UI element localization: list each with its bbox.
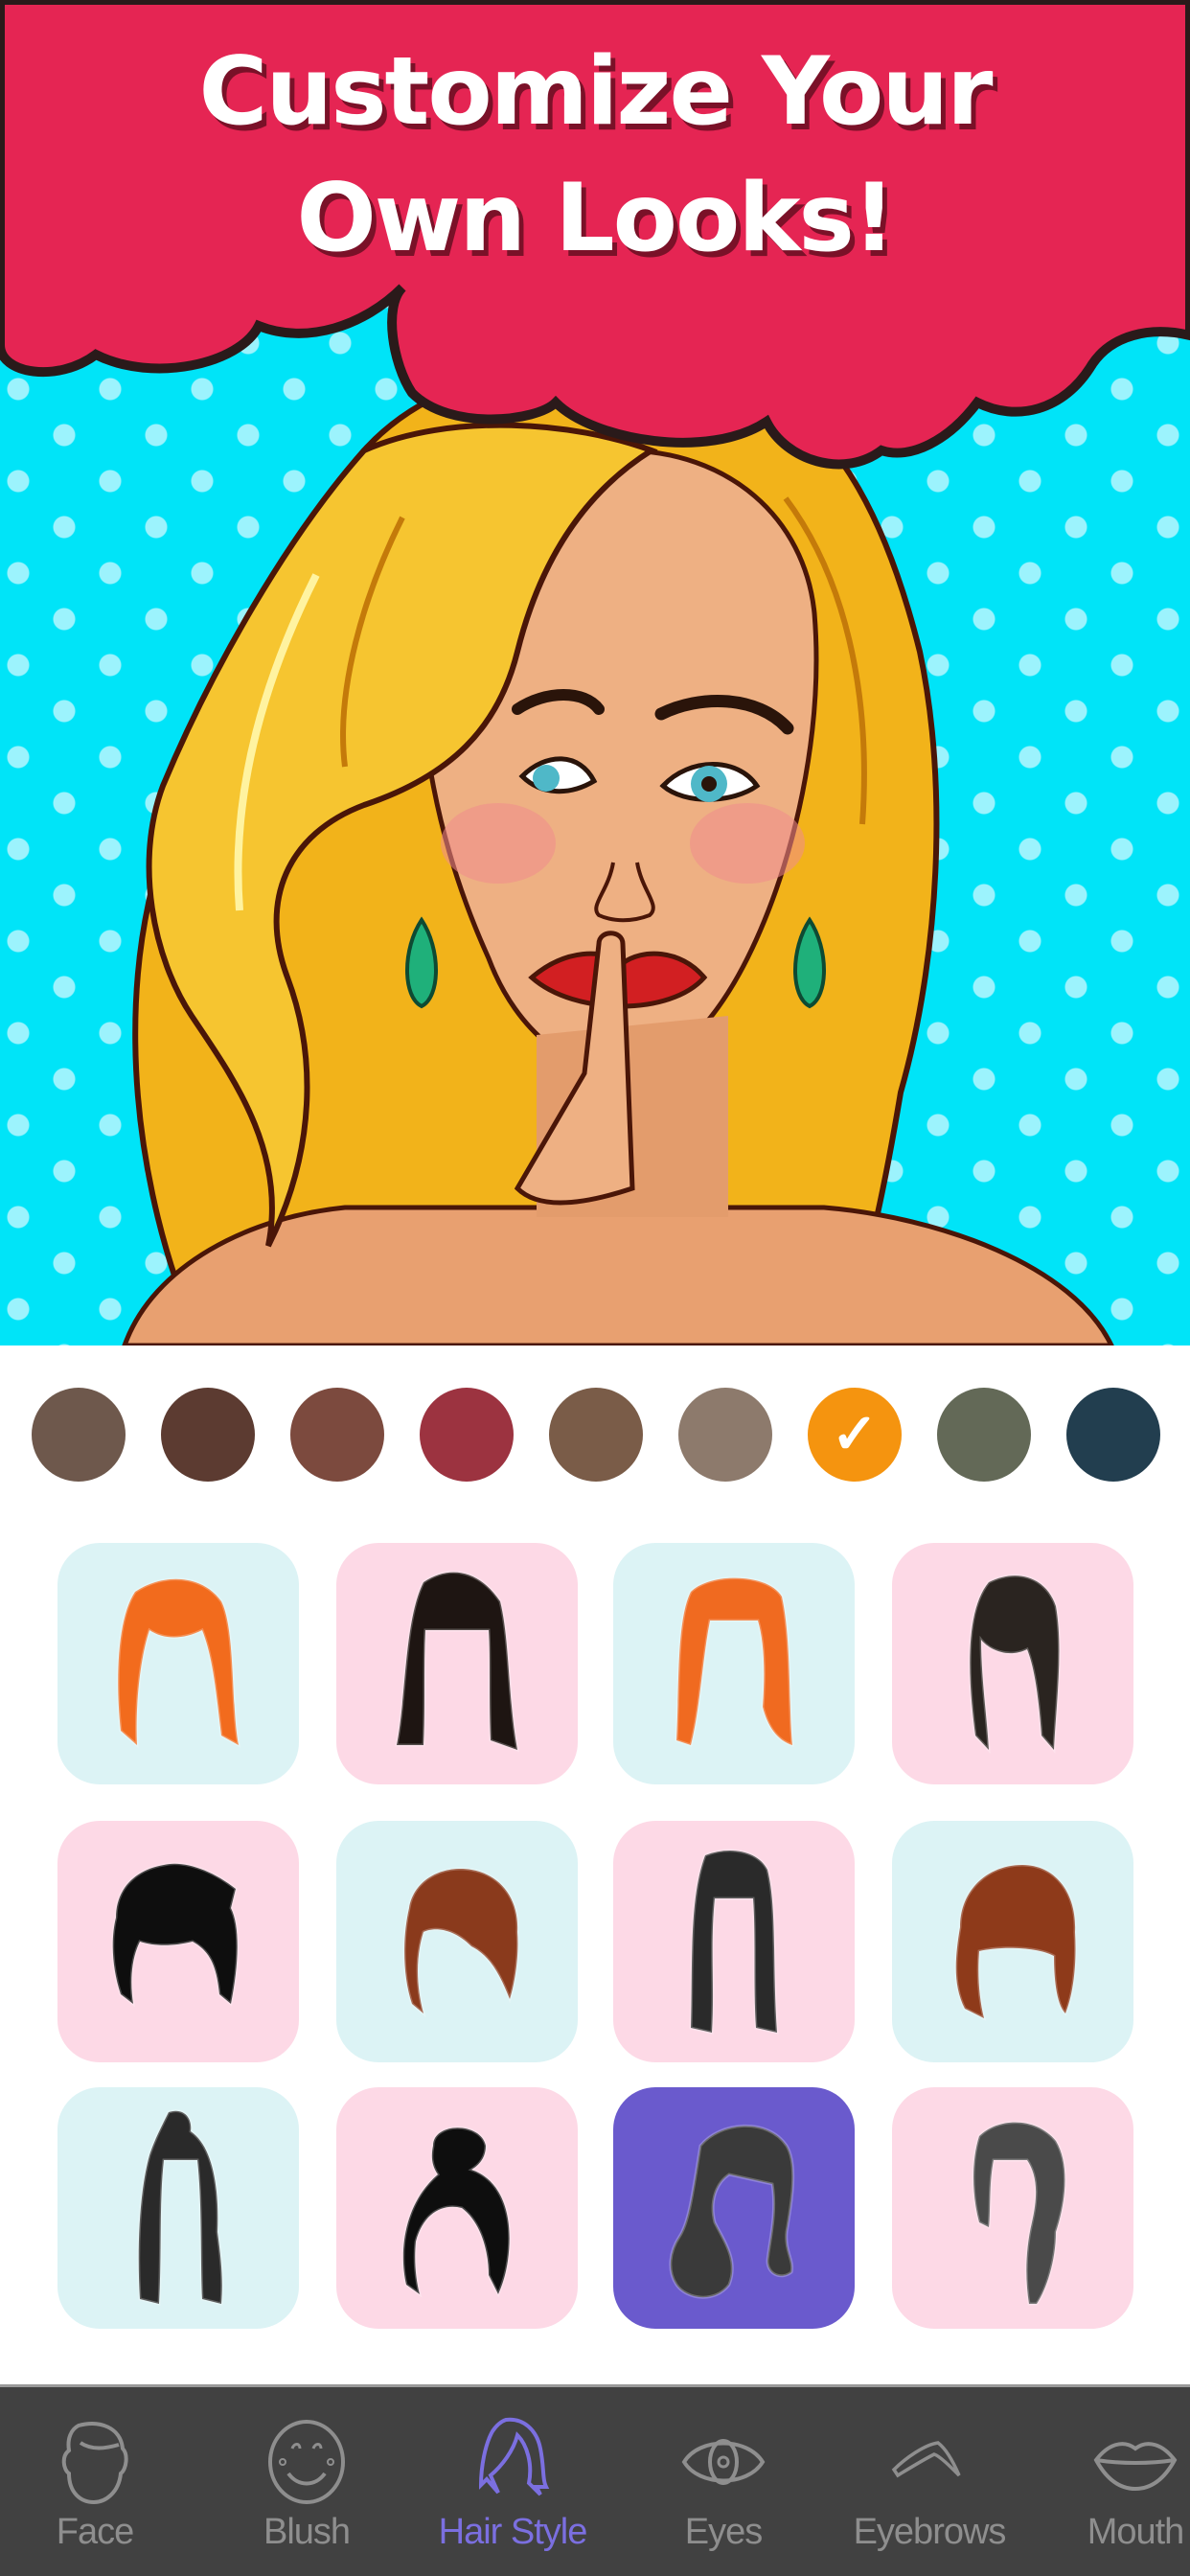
headline-line-1: Customize Your	[198, 37, 994, 147]
color-swatch-navy[interactable]	[1066, 1388, 1160, 1482]
tab-label: Mouth	[1087, 2512, 1185, 2552]
hair-style-card-gray-side-braid[interactable]	[892, 2087, 1133, 2329]
color-swatch-chestnut[interactable]	[290, 1388, 384, 1482]
hair-style-card-black-blonde-highlights[interactable]	[892, 1543, 1133, 1784]
color-swatch-mocha[interactable]	[549, 1388, 643, 1482]
hair-style-card-orange-long-bangs[interactable]	[57, 1543, 299, 1784]
hair-style-grid	[0, 1518, 1190, 2384]
hair-style-card-black-long-bangs[interactable]	[336, 1543, 578, 1784]
hair-thumbnail-icon	[968, 1574, 1061, 1755]
hair-style-card-black-spiky-short[interactable]	[57, 1821, 299, 2062]
smiley-icon	[268, 2420, 345, 2504]
hero-banner: Customize Your Own Looks!	[0, 0, 1190, 1346]
hair-icon	[478, 2417, 550, 2496]
color-swatch-dark-brown[interactable]	[161, 1388, 255, 1482]
headline-line-2: Own Looks!	[296, 164, 895, 273]
hair-thumbnail-icon	[689, 1849, 779, 2035]
hair-thumbnail-icon	[401, 2126, 512, 2298]
tab-face[interactable]: Face	[23, 2387, 167, 2576]
tab-blush[interactable]: Blush	[235, 2387, 378, 2576]
tab-label: Face	[56, 2512, 134, 2552]
tab-eyebrows[interactable]: Eyebrows	[834, 2387, 1025, 2576]
tab-hair-style[interactable]: Hair Style	[412, 2387, 613, 2576]
color-swatch-taupe[interactable]	[32, 1388, 126, 1482]
color-swatch-olive-gray[interactable]	[937, 1388, 1031, 1482]
tab-label: Eyes	[684, 2512, 763, 2552]
tab-eyes[interactable]: Eyes	[652, 2387, 795, 2576]
face-icon	[61, 2422, 128, 2505]
checkmark-icon: ✓	[831, 1403, 879, 1465]
color-swatch-orange[interactable]: ✓	[808, 1388, 902, 1482]
hair-style-card-black-white-long-wavy[interactable]	[613, 1821, 855, 2062]
hair-shape	[138, 2110, 222, 2304]
hair-style-card-gray-retro-curls[interactable]	[613, 2087, 855, 2329]
eye-icon	[681, 2439, 766, 2485]
tab-label: Eyebrows	[853, 2512, 1007, 2552]
hair-thumbnail-icon	[402, 1867, 519, 2018]
hair-style-card-black-white-top-knot[interactable]	[57, 2087, 299, 2329]
lips-icon	[1093, 2442, 1178, 2492]
hair-thumbnail-icon	[972, 2121, 1066, 2306]
hair-thumbnail-icon	[116, 1577, 241, 1749]
hair-color-palette: ✓	[0, 1346, 1190, 1518]
hair-thumbnail-icon	[954, 1863, 1077, 2021]
hair-thumbnail-icon	[675, 1576, 794, 1748]
eyebrow-icon	[891, 2441, 961, 2478]
hair-shape	[676, 1577, 792, 1745]
color-swatch-burgundy[interactable]	[420, 1388, 514, 1482]
hair-shape	[970, 1576, 1060, 1750]
hair-style-card-orange-straight-bob[interactable]	[613, 1543, 855, 1784]
app-root: Customize Your Own Looks! ✓ Face Blush H…	[0, 0, 1190, 2576]
bottom-tab-bar: Face Blush Hair Style Eyes Eyebrows Mout…	[0, 2384, 1190, 2576]
hair-thumbnail-icon	[137, 2109, 224, 2306]
tab-mouth[interactable]: Mouth	[1064, 2387, 1190, 2576]
hair-shape	[691, 1851, 777, 2033]
hair-thumbnail-icon	[669, 2124, 795, 2299]
color-swatch-ash-brown[interactable]	[678, 1388, 772, 1482]
tab-label: Blush	[263, 2512, 351, 2552]
hair-shape	[402, 2128, 510, 2294]
hair-shape	[973, 2122, 1065, 2304]
hero-headline: Customize Your Own Looks!	[0, 29, 1190, 282]
hair-thumbnail-icon	[111, 1862, 240, 2008]
hair-style-card-auburn-side-swept[interactable]	[336, 1821, 578, 2062]
hair-style-card-black-bun-updo[interactable]	[336, 2087, 578, 2329]
hair-thumbnail-icon	[395, 1571, 519, 1753]
tab-label: Hair Style	[438, 2512, 588, 2552]
hair-style-card-auburn-layered-bob[interactable]	[892, 1821, 1133, 2062]
